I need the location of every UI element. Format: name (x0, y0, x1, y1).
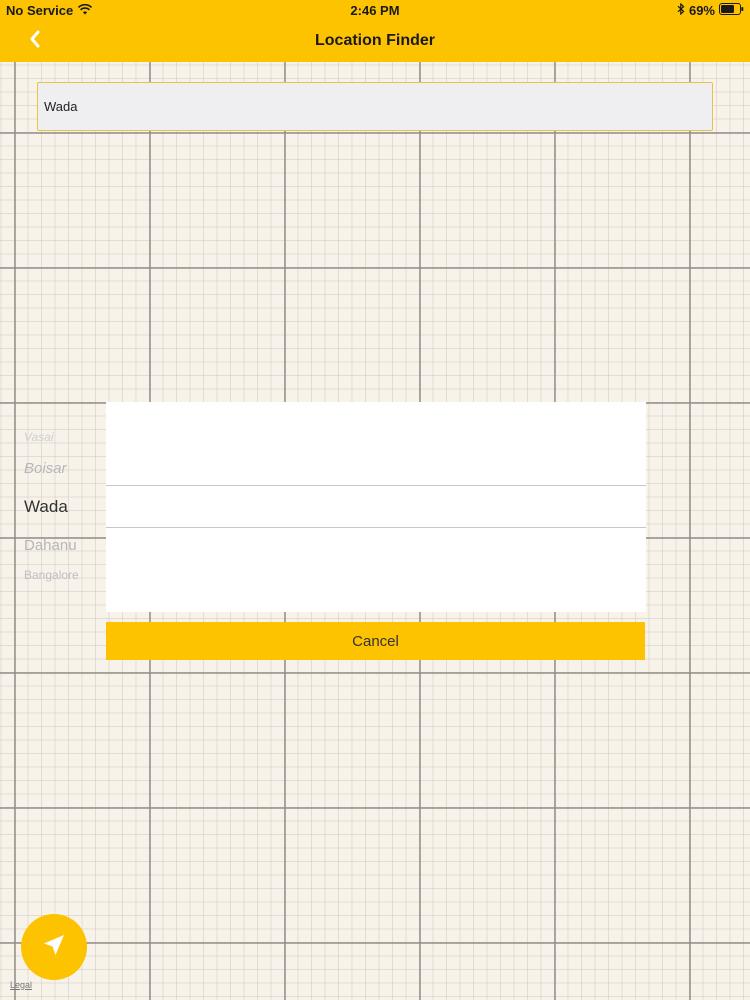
locate-me-button[interactable] (21, 914, 87, 980)
status-right: 69% (677, 2, 744, 18)
picker-divider-bottom (106, 527, 646, 528)
picker-divider-top (106, 485, 646, 486)
status-bar: No Service 2:46 PM 69% (0, 0, 750, 22)
navigation-arrow-icon (41, 932, 67, 963)
battery-icon (719, 3, 744, 18)
picker-item-dahanu[interactable]: Dahanu (0, 537, 540, 554)
cancel-button[interactable]: Cancel (106, 622, 645, 660)
bluetooth-icon (677, 2, 685, 18)
app-header: No Service 2:46 PM 69% Location Finder (0, 0, 750, 62)
legal-link[interactable]: Legal (10, 980, 32, 990)
battery-percent: 69% (688, 3, 715, 18)
picker-item-boisar[interactable]: Boisar (0, 460, 540, 477)
status-time: 2:46 PM (350, 3, 400, 18)
picker-item-bangalore[interactable]: Bangalore (0, 568, 540, 582)
location-search-input[interactable] (37, 82, 713, 131)
picker-item-vasai[interactable]: Vasai (0, 430, 540, 444)
page-title: Location Finder (315, 32, 435, 49)
picker-item-wada-selected[interactable]: Wada (0, 497, 540, 517)
